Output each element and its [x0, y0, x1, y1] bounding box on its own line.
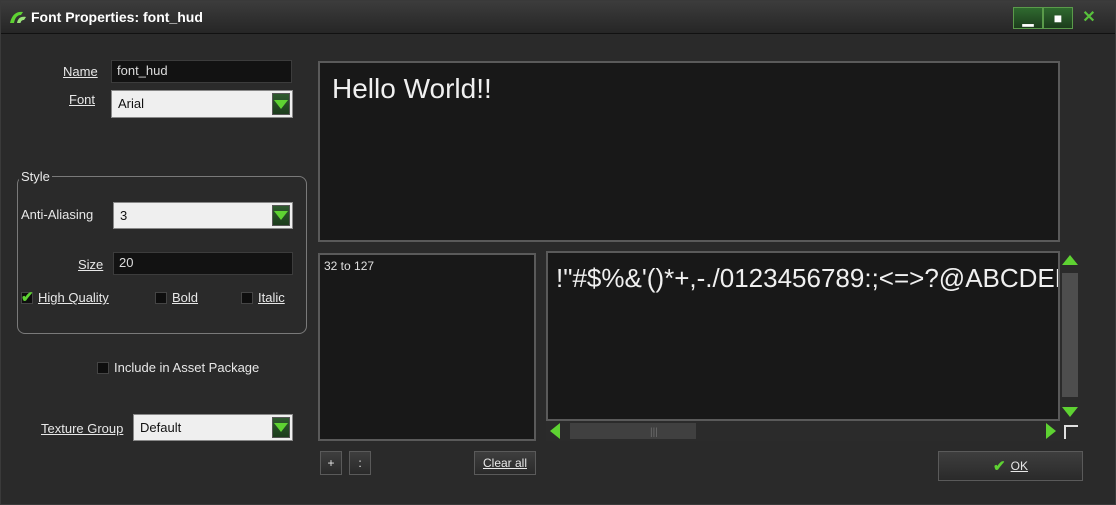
font-label-text: Font: [69, 92, 96, 107]
horizontal-scrollbar[interactable]: |||: [546, 421, 1060, 441]
bold-box[interactable]: [155, 291, 167, 304]
character-set-text: !"#$%&'()*+,-./0123456789:;<=>?@ABCDEFGH…: [556, 263, 1058, 293]
include-package-label: Include in Asset Package: [114, 360, 260, 375]
include-package-box[interactable]: [97, 361, 109, 374]
texture-group-value: Default: [140, 420, 182, 435]
font-select-value: Arial: [118, 96, 145, 111]
scroll-up-icon[interactable]: [1062, 255, 1078, 265]
anti-aliasing-dropdown-arrow[interactable]: [272, 205, 290, 226]
checkmark-icon: ✔: [993, 458, 1006, 475]
ok-label: OK: [1010, 459, 1028, 473]
font-label: Font: [69, 92, 95, 107]
remove-range-button[interactable]: :: [349, 451, 371, 475]
high-quality-box[interactable]: ✔: [21, 289, 34, 306]
minimize-button[interactable]: ▁: [1013, 7, 1043, 29]
range-list-item[interactable]: 32 to 127: [324, 259, 374, 273]
title-bar[interactable]: Font Properties: font_hud ▁ ■ ✕: [1, 1, 1115, 34]
texture-group-label: Texture Group: [41, 421, 123, 436]
high-quality-label: High Quality: [38, 290, 109, 305]
window-title: Font Properties: font_hud: [31, 9, 203, 25]
name-label-text: Name: [63, 64, 98, 79]
name-label: Name: [63, 64, 98, 79]
texture-group-label-text: Texture Group: [41, 421, 124, 436]
horizontal-scroll-thumb[interactable]: |||: [570, 423, 696, 439]
remove-range-label: :: [358, 456, 362, 470]
character-set-panel[interactable]: !"#$%&'()*+,-./0123456789:;<=>?@ABCDEFGH…: [546, 251, 1060, 421]
close-button[interactable]: ✕: [1075, 7, 1103, 27]
preview-text: Hello World!!: [332, 73, 492, 104]
font-select[interactable]: Arial: [111, 90, 293, 118]
scroll-right-icon[interactable]: [1046, 423, 1056, 439]
size-label: Size: [78, 257, 103, 272]
size-label-text: Size: [78, 257, 104, 272]
include-package-checkbox[interactable]: Include in Asset Package: [97, 360, 259, 375]
checkmark-icon: ✔: [21, 288, 34, 306]
style-legend: Style: [19, 169, 52, 184]
texture-group-select[interactable]: Default: [133, 414, 293, 441]
preview-panel: Hello World!!: [318, 61, 1060, 242]
anti-aliasing-value: 3: [120, 208, 128, 223]
chevron-down-icon: [274, 423, 288, 432]
scroll-left-icon[interactable]: [550, 423, 560, 439]
high-quality-checkbox[interactable]: ✔ High Quality: [21, 289, 109, 306]
italic-checkbox[interactable]: Italic: [241, 290, 285, 305]
bold-checkbox[interactable]: Bold: [155, 290, 198, 305]
italic-box[interactable]: [241, 291, 253, 304]
add-range-button[interactable]: +: [320, 451, 342, 475]
font-dropdown-arrow[interactable]: [272, 93, 290, 115]
name-input[interactable]: font_hud: [111, 60, 292, 83]
bold-label: Bold: [172, 290, 199, 305]
dialog-body: Name font_hud Font Arial Style Anti-Alia…: [7, 39, 1109, 497]
vertical-scrollbar[interactable]: [1060, 251, 1080, 421]
maximize-icon: ■: [1053, 10, 1063, 26]
italic-label: Italic: [258, 290, 285, 305]
app-icon: [10, 11, 26, 23]
corner-mark-icon: [1064, 425, 1078, 439]
size-input[interactable]: 20: [113, 252, 293, 275]
ok-button[interactable]: ✔ OK: [938, 451, 1083, 481]
anti-aliasing-select[interactable]: 3: [113, 202, 293, 229]
font-properties-window: Font Properties: font_hud ▁ ■ ✕ Name fon…: [0, 0, 1116, 505]
clear-all-button[interactable]: Clear all: [474, 451, 536, 475]
add-range-label: +: [327, 456, 335, 470]
minimize-icon: ▁: [1022, 9, 1034, 26]
anti-aliasing-label: Anti-Aliasing: [21, 207, 94, 222]
close-icon: ✕: [1082, 9, 1096, 26]
scroll-down-icon[interactable]: [1062, 407, 1078, 417]
chevron-down-icon: [274, 99, 288, 109]
vertical-scroll-thumb[interactable]: [1062, 273, 1078, 397]
clear-all-label: Clear all: [482, 456, 527, 470]
range-list[interactable]: 32 to 127: [318, 253, 536, 441]
chevron-down-icon: [274, 211, 288, 220]
scroll-corner: [1060, 421, 1080, 441]
grip-icon: |||: [650, 427, 658, 438]
maximize-button[interactable]: ■: [1043, 7, 1073, 29]
texture-group-dropdown-arrow[interactable]: [272, 417, 290, 438]
